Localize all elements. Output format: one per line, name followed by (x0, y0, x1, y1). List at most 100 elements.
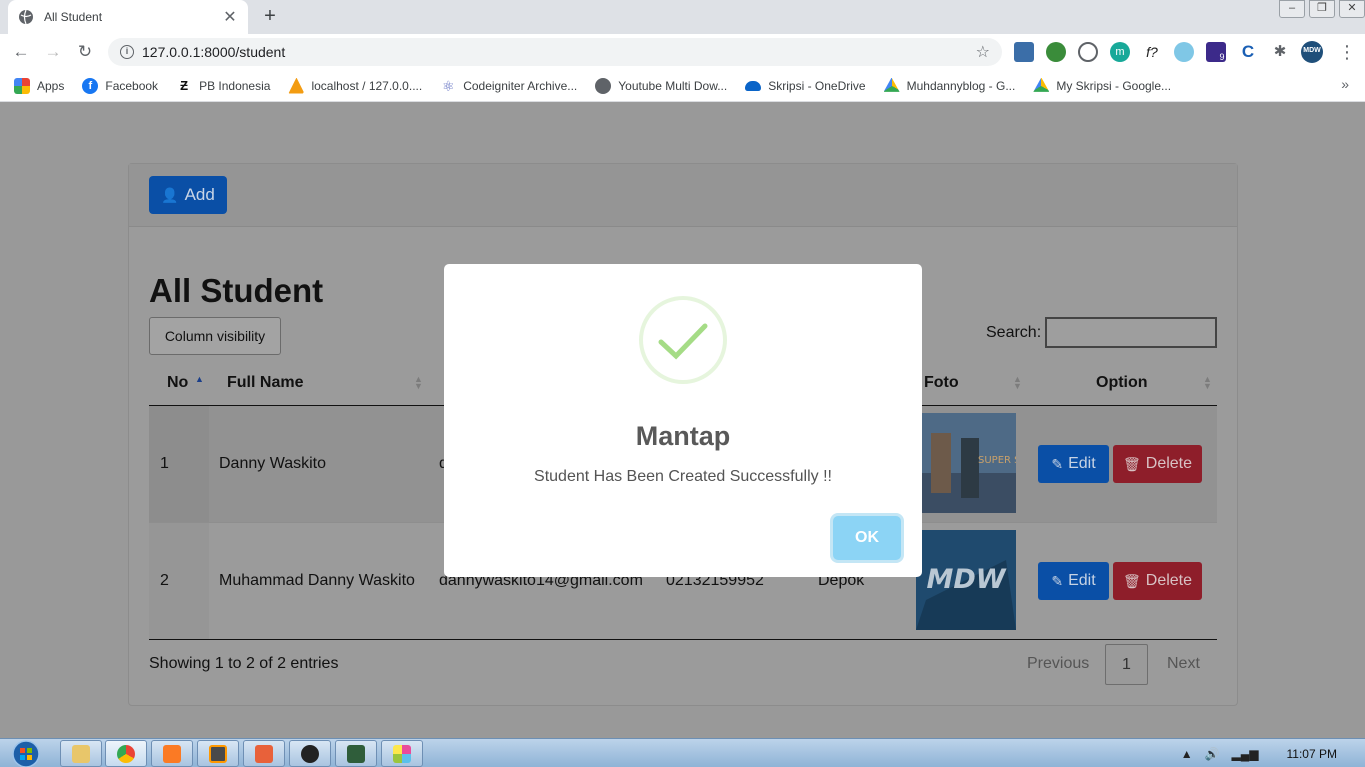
bookmark-label: Youtube Multi Dow... (618, 78, 728, 93)
bookmark-youtube-multi[interactable]: Youtube Multi Dow... (595, 77, 728, 94)
reload-icon[interactable]: ↻ (74, 41, 96, 63)
photo-text: SUPER SHOW (978, 455, 1016, 466)
add-student-button[interactable]: 👤 Add (149, 176, 227, 214)
start-button[interactable] (8, 739, 44, 767)
forward-arrow-icon[interactable]: → (42, 41, 64, 63)
dialog-message: Student Has Been Created Successfully !! (534, 468, 832, 485)
profile-avatar[interactable]: MDW (1301, 41, 1323, 63)
network-signal-icon[interactable]: ▂▄▆ (1232, 747, 1259, 761)
trash-icon: 🗑 (1122, 572, 1141, 589)
page-title: All Student (149, 272, 324, 309)
volume-icon[interactable]: 🔊 (1205, 747, 1220, 761)
delete-label: Delete (1145, 572, 1193, 589)
app-taskbar-button[interactable] (243, 740, 285, 767)
delete-button[interactable]: 🗑 Delete (1113, 562, 1202, 600)
student-photo[interactable]: SUPER SHOW (916, 413, 1016, 513)
add-label: Add (184, 185, 215, 204)
obs-taskbar-button[interactable] (289, 740, 331, 767)
student-photo[interactable]: MDW (916, 530, 1016, 630)
th-no[interactable]: No (167, 374, 188, 392)
close-window-button[interactable]: ✕ (1339, 0, 1365, 18)
bookmark-muhdannyblog[interactable]: Muhdannyblog - G... (883, 77, 1015, 94)
restore-button[interactable]: ❐ (1309, 0, 1335, 18)
row-number-cell (149, 406, 209, 522)
sublime-taskbar-button[interactable] (197, 740, 239, 767)
sort-asc-icon: ▲ (195, 374, 204, 384)
bookmark-codeigniter[interactable]: ⚛ Codeigniter Archive... (440, 77, 578, 94)
bookmark-label: localhost / 127.0.0.... (311, 78, 423, 93)
menu-dots-icon[interactable]: ⋮ (1336, 41, 1358, 63)
search-label: Search: (986, 324, 1042, 341)
pencil-icon: ✎ (1051, 455, 1064, 472)
bookmark-pb-indonesia[interactable]: Ƶ PB Indonesia (176, 77, 270, 94)
column-visibility-button[interactable]: Column visibility (149, 317, 281, 355)
bookmark-facebook[interactable]: f Facebook (82, 77, 158, 94)
sort-icon: ▲ ▼ (1203, 374, 1212, 391)
card-header: 👤 Add (129, 164, 1237, 227)
edit-label: Edit (1068, 572, 1096, 589)
search-input[interactable] (1045, 317, 1217, 348)
globe-icon (19, 9, 33, 25)
tab-title: All Student (44, 10, 103, 24)
badge-extension-icon[interactable]: 9 (1206, 42, 1226, 62)
ok-button[interactable]: OK (833, 516, 901, 560)
th-full-name[interactable]: Full Name (227, 374, 303, 392)
chrome-taskbar-button[interactable] (105, 740, 147, 767)
bookmark-localhost[interactable]: localhost / 127.0.0.... (288, 77, 423, 94)
bookmark-onedrive[interactable]: Skripsi - OneDrive (745, 78, 866, 93)
search-extension-icon[interactable] (1174, 42, 1194, 62)
terminal-taskbar-button[interactable] (335, 740, 377, 767)
system-tray: ▲ 🔊 ▂▄▆ 11:07 PM (1181, 739, 1365, 767)
th-option[interactable]: Option (1096, 374, 1148, 392)
bookmark-apps[interactable]: Apps (14, 77, 64, 94)
edit-button[interactable]: ✎ Edit (1038, 562, 1109, 600)
cell-no: 1 (160, 455, 169, 472)
minimize-button[interactable]: – (1279, 0, 1305, 18)
explorer-taskbar-button[interactable] (60, 740, 102, 767)
formula-extension-icon[interactable]: f? (1142, 42, 1162, 62)
bookmark-label: Codeigniter Archive... (463, 78, 578, 93)
facebook-icon: f (82, 77, 99, 94)
table-info: Showing 1 to 2 of 2 entries (149, 655, 339, 672)
xampp-icon (163, 744, 181, 763)
pb-icon: Ƶ (176, 77, 193, 94)
xampp-taskbar-button[interactable] (151, 740, 193, 767)
th-foto[interactable]: Foto (924, 374, 959, 392)
extension-icon-1[interactable] (1014, 42, 1034, 62)
dialog-title: Mantap (635, 421, 731, 451)
bookmark-my-skripsi[interactable]: My Skripsi - Google... (1033, 77, 1171, 94)
delete-button[interactable]: 🗑 Delete (1113, 445, 1202, 483)
more-bookmarks-icon[interactable]: » (1341, 76, 1349, 92)
cell-full-name: Muhammad Danny Waskito (219, 572, 415, 589)
onedrive-icon (745, 80, 762, 91)
pagination-next[interactable]: Next (1167, 655, 1200, 673)
tab-all-student[interactable]: All Student ✕ (8, 0, 248, 34)
back-arrow-icon[interactable]: ← (10, 41, 32, 63)
photo-logo-text: MDW (926, 564, 1006, 595)
url-text[interactable]: 127.0.0.1:8000/student (142, 44, 976, 60)
sort-icon: ▲ ▼ (1013, 374, 1022, 391)
tray-up-arrow-icon[interactable]: ▲ (1181, 747, 1193, 761)
success-check-icon (639, 296, 727, 384)
phpmyadmin-icon (288, 77, 305, 94)
taskbar-clock[interactable]: 11:07 PM (1287, 747, 1337, 761)
pencil-icon: ✎ (1051, 572, 1064, 589)
extension-icon-2[interactable] (1046, 42, 1066, 62)
m-extension-icon[interactable]: m (1110, 42, 1130, 62)
close-tab-icon[interactable]: ✕ (222, 7, 238, 27)
drive-icon (883, 77, 900, 92)
bookmark-label: Skripsi - OneDrive (768, 78, 866, 93)
pagination-page-1[interactable]: 1 (1105, 644, 1148, 685)
site-info-icon[interactable]: i (120, 45, 134, 59)
puzzle-extensions-icon[interactable]: ✱ (1270, 42, 1290, 62)
address-bar[interactable]: i 127.0.0.1:8000/student ☆ (108, 38, 1002, 66)
photos-taskbar-button[interactable] (381, 740, 423, 767)
new-tab-button[interactable]: + (258, 4, 282, 28)
bookmark-star-icon[interactable]: ☆ (976, 42, 990, 62)
edit-button[interactable]: ✎ Edit (1038, 445, 1109, 483)
cell-full-name: Danny Waskito (219, 455, 326, 472)
cell-no: 2 (160, 572, 169, 589)
pagination-previous[interactable]: Previous (1027, 655, 1089, 673)
block-icon[interactable] (1078, 42, 1098, 62)
c-extension-icon[interactable]: C (1238, 42, 1258, 62)
